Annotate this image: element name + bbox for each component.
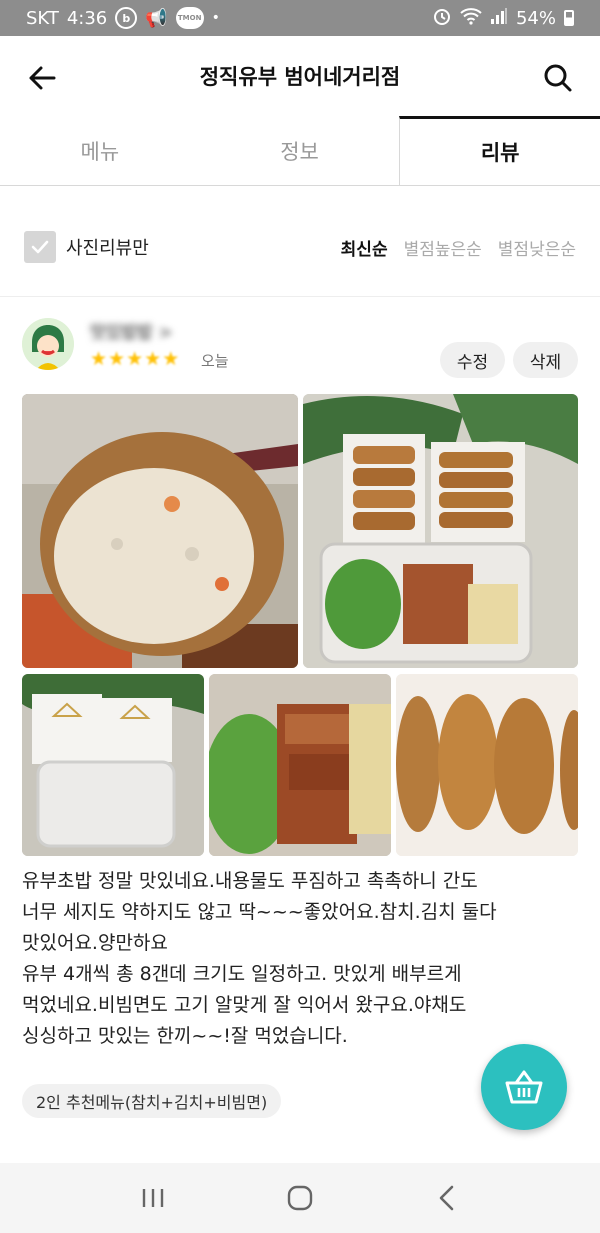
search-button[interactable] — [538, 58, 578, 98]
review-line: 싱싱하고 맛있는 한끼~~!잘 먹었습니다. — [22, 1025, 348, 1047]
basket-icon — [505, 1070, 543, 1104]
page-title: 정직유부 범어네거리점 — [199, 65, 401, 89]
delete-button[interactable]: 삭제 — [513, 342, 578, 378]
signal-icon — [490, 7, 508, 30]
star-icon: ★ — [108, 348, 126, 370]
sort-options: 최신순 별점높은순 별점낮은순 — [341, 235, 576, 260]
divider — [0, 296, 600, 297]
photo-only-checkbox[interactable] — [24, 231, 56, 263]
review-photo-3[interactable] — [22, 674, 204, 856]
status-bar: SKT 4:36 b 📢 TMON • 54% — [0, 0, 600, 36]
review-photo-1[interactable] — [22, 394, 298, 668]
review-line: 유부초밥 정말 맛있네요.내용물도 푸짐하고 촉촉하니 간도 — [22, 870, 478, 892]
star-icon: ★ — [162, 348, 180, 370]
recent-apps-icon — [143, 1189, 164, 1207]
review-photo-4[interactable] — [209, 674, 391, 856]
cart-button[interactable] — [481, 1044, 567, 1130]
wifi-icon — [460, 7, 482, 30]
reviewer-name[interactable]: 맛있밥밥 > — [90, 318, 173, 343]
tab-bar: 메뉴 정보 리뷰 — [0, 116, 600, 186]
battery-percent: 54% — [515, 7, 556, 29]
clock-label: 4:36 — [66, 7, 108, 29]
search-icon — [544, 64, 572, 92]
photo-only-label[interactable]: 사진리뷰만 — [66, 234, 149, 260]
home-button[interactable] — [270, 1178, 330, 1218]
star-icon: ★ — [144, 348, 162, 370]
system-back-button[interactable] — [417, 1178, 477, 1218]
recent-apps-button[interactable] — [123, 1178, 183, 1218]
alarm-icon — [432, 6, 452, 31]
tmon-icon: TMON — [175, 7, 204, 29]
edit-button[interactable]: 수정 — [440, 342, 505, 378]
home-icon — [287, 1185, 313, 1211]
review-photo-2[interactable] — [303, 394, 578, 668]
arrow-left-icon — [29, 66, 56, 90]
filter-row: 사진리뷰만 최신순 별점높은순 별점낮은순 — [0, 216, 600, 278]
ordered-menu-tag: 2인 추천메뉴(참치+김치+비빔면) — [22, 1084, 282, 1118]
chevron-left-icon — [439, 1185, 453, 1211]
review-date: 오늘 — [201, 352, 229, 370]
system-nav-bar — [0, 1163, 600, 1233]
review-body: 유부초밥 정말 맛있네요.내용물도 푸짐하고 촉촉하니 간도 너무 세지도 약하… — [22, 866, 578, 1052]
avatar[interactable] — [22, 318, 74, 370]
review-line: 맛있어요.양만하요 — [22, 932, 168, 954]
check-icon — [31, 240, 49, 254]
review-line: 먹었네요.비빔면도 고기 알맞게 잘 익어서 왔구요.야채도 — [22, 994, 467, 1016]
rating-stars: ★ ★ ★ ★ ★ — [90, 348, 179, 370]
tab-review[interactable]: 리뷰 — [399, 116, 600, 185]
back-button[interactable] — [22, 58, 62, 98]
carrier-label: SKT — [26, 7, 59, 29]
app-bar: 정직유부 범어네거리점 — [0, 36, 600, 116]
review-line: 유부 4개씩 총 8갠데 크기도 일정하고. 맛있게 배부르게 — [22, 963, 462, 985]
tab-info[interactable]: 정보 — [200, 116, 400, 185]
star-icon: ★ — [126, 348, 144, 370]
b-icon: b — [115, 7, 138, 29]
review-line: 너무 세지도 약하지도 않고 딱~~~좋았어요.참치.김치 둘다 — [22, 901, 497, 923]
tab-menu[interactable]: 메뉴 — [0, 116, 200, 185]
review-photo-5[interactable] — [396, 674, 578, 856]
sort-latest[interactable]: 최신순 — [341, 235, 388, 260]
battery-icon — [564, 10, 574, 26]
star-icon: ★ — [90, 348, 108, 370]
megaphone-icon: 📢 — [145, 7, 168, 29]
notification-dot-icon: • — [211, 10, 220, 26]
sort-rating-high[interactable]: 별점높은순 — [404, 235, 482, 260]
sort-rating-low[interactable]: 별점낮은순 — [498, 235, 576, 260]
